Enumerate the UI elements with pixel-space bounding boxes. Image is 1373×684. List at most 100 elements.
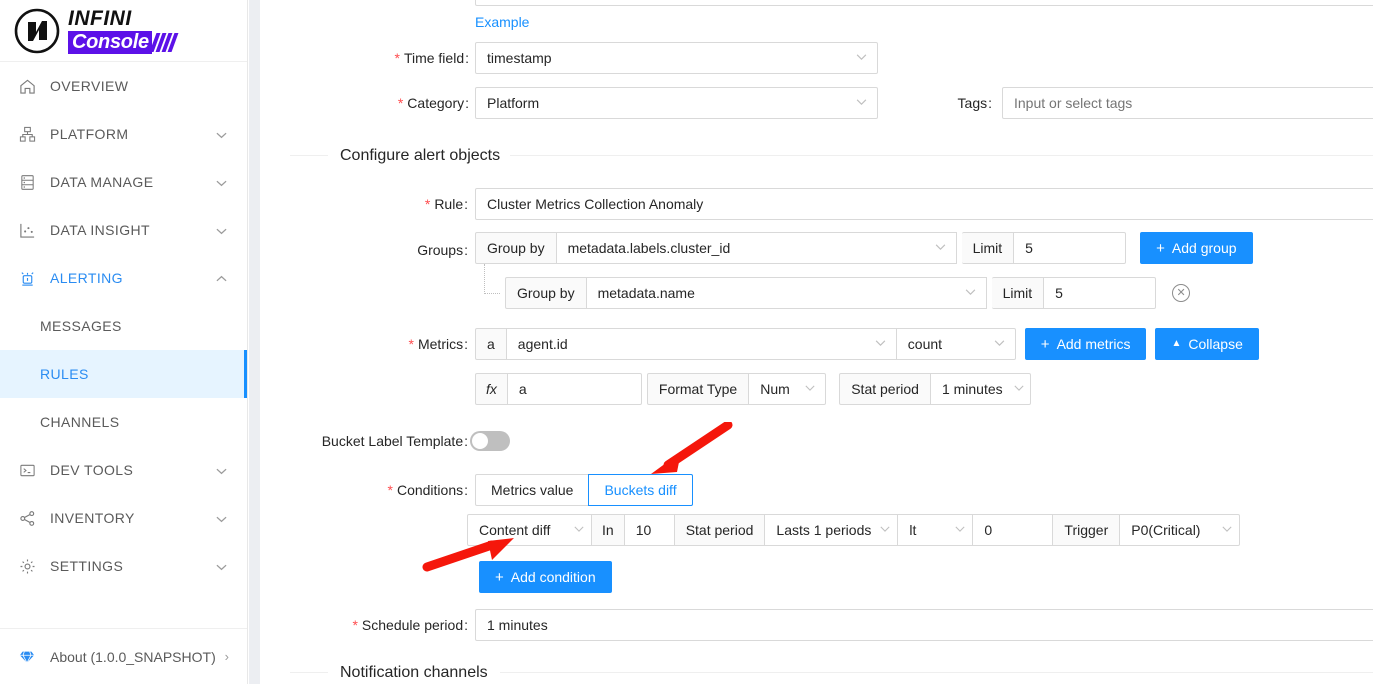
category-value: Platform <box>487 95 539 111</box>
conditions-tabs: Metrics value Buckets diff <box>475 474 693 506</box>
metric-aggregation-select[interactable]: count <box>897 328 1016 360</box>
category-label: *Category: <box>389 96 469 110</box>
sidebar-content-gap <box>249 0 260 684</box>
metrics-row: a agent.id count + Add metrics ▲ Collaps… <box>475 328 1259 360</box>
tags-input[interactable] <box>1002 87 1373 119</box>
formula-expression-value: a <box>519 381 527 397</box>
operator-select[interactable]: lt <box>898 514 973 546</box>
chevron-down-icon <box>216 174 227 190</box>
infini-logo-icon <box>14 8 60 54</box>
sidebar-item-inventory[interactable]: INVENTORY <box>0 494 247 542</box>
group-by-field-value: metadata.name <box>598 285 695 301</box>
chevron-down-icon <box>216 222 227 238</box>
sidebar-item-label: SETTINGS <box>50 558 216 574</box>
lasts-periods-select[interactable]: Lasts 1 periods <box>765 514 898 546</box>
chevron-down-icon <box>955 525 965 536</box>
limit-value: 5 <box>1055 285 1063 301</box>
in-value: 10 <box>636 522 652 538</box>
metrics-formula-row: fx a Format Type Num Stat period 1 minut… <box>475 373 1031 405</box>
category-select[interactable]: Platform <box>475 87 878 119</box>
tab-buckets-diff[interactable]: Buckets diff <box>588 474 692 506</box>
condition-row: Content diff In 10 Stat period Lasts 1 p… <box>467 514 1240 546</box>
limit-input[interactable]: 5 <box>1044 277 1156 309</box>
sidebar-subitem-label: RULES <box>40 366 89 382</box>
collapse-button[interactable]: ▲ Collapse <box>1155 328 1258 360</box>
required-star: * <box>352 617 357 633</box>
chevron-down-icon <box>1222 525 1232 536</box>
sidebar-subitem-label: CHANNELS <box>40 414 119 430</box>
sidebar-item-channels[interactable]: CHANNELS <box>0 398 247 446</box>
add-group-label: Add group <box>1172 240 1237 256</box>
sidebar-item-dev-tools[interactable]: DEV TOOLS <box>0 446 247 494</box>
threshold-value: 0 <box>984 522 992 538</box>
chevron-up-icon <box>216 270 227 286</box>
rule-input[interactable]: Cluster Metrics Collection Anomaly <box>475 188 1373 220</box>
limit-addon: Limit <box>992 277 1045 309</box>
plus-icon: + <box>1156 241 1165 256</box>
diamond-icon <box>18 648 36 666</box>
sidebar-item-rules[interactable]: RULES <box>0 350 247 398</box>
conditions-label: *Conditions: <box>376 483 468 497</box>
stat-period-select[interactable]: 1 minutes <box>931 373 1031 405</box>
sidebar-item-label: OVERVIEW <box>50 78 227 94</box>
metric-field-select[interactable]: agent.id <box>507 328 897 360</box>
bucket-label-template-toggle[interactable] <box>470 431 510 451</box>
schedule-period-input[interactable]: 1 minutes <box>475 609 1373 641</box>
diff-type-select[interactable]: Content diff <box>467 514 592 546</box>
group-by-field-select[interactable]: metadata.name <box>587 277 987 309</box>
sidebar-item-platform[interactable]: PLATFORM <box>0 110 247 158</box>
group-by-field-value: metadata.labels.cluster_id <box>568 240 731 256</box>
sidebar-item-label: PLATFORM <box>50 126 216 142</box>
rule-value: Cluster Metrics Collection Anomaly <box>487 196 703 212</box>
format-type-addon: Format Type <box>647 373 749 405</box>
notification-section-title: Notification channels <box>330 664 498 682</box>
time-field-select[interactable]: timestamp <box>475 42 878 74</box>
plus-icon: + <box>1041 337 1050 352</box>
chevron-down-icon <box>965 288 976 299</box>
threshold-input[interactable]: 0 <box>973 514 1053 546</box>
tab-label: Metrics value <box>491 482 573 498</box>
add-metrics-button[interactable]: + Add metrics <box>1025 328 1147 360</box>
example-link[interactable]: Example <box>475 14 529 30</box>
tab-metrics-value[interactable]: Metrics value <box>475 474 589 506</box>
tab-label: Buckets diff <box>604 482 676 498</box>
in-addon: In <box>592 514 625 546</box>
remove-group-button[interactable]: ✕ <box>1172 284 1190 302</box>
notification-divider-left <box>290 672 328 673</box>
time-field-label: *Time field: <box>389 51 469 65</box>
sidebar-item-about[interactable]: About (1.0.0_SNAPSHOT) › <box>0 628 247 684</box>
brand-wordmark: INFINI Console <box>68 8 177 54</box>
required-star: * <box>388 482 393 498</box>
severity-select[interactable]: P0(Critical) <box>1120 514 1240 546</box>
sidebar-item-settings[interactable]: SETTINGS <box>0 542 247 590</box>
partial-input-above[interactable] <box>475 0 1373 6</box>
time-field-value: timestamp <box>487 50 552 66</box>
arrow-to-buckets-diff <box>615 422 735 480</box>
brand-name: INFINI <box>68 8 177 29</box>
group-row-1: Group by metadata.labels.cluster_id Limi… <box>475 232 1253 264</box>
diff-type-value: Content diff <box>479 522 550 538</box>
sidebar-item-messages[interactable]: MESSAGES <box>0 302 247 350</box>
fieldset-divider-right <box>510 155 1373 156</box>
brand-logo[interactable]: INFINI Console <box>0 0 247 62</box>
limit-input[interactable]: 5 <box>1014 232 1126 264</box>
sidebar-item-overview[interactable]: OVERVIEW <box>0 62 247 110</box>
chevron-down-icon <box>935 243 946 254</box>
formula-expression-input[interactable]: a <box>508 373 642 405</box>
required-star: * <box>398 95 403 111</box>
sidebar-item-data-insight[interactable]: DATA INSIGHT <box>0 206 247 254</box>
alarm-icon <box>18 269 36 287</box>
chevron-down-icon <box>574 525 584 536</box>
sidebar-item-data-manage[interactable]: DATA MANAGE <box>0 158 247 206</box>
format-type-select[interactable]: Num <box>749 373 826 405</box>
metric-aggregation-value: count <box>908 336 942 352</box>
group-by-field-select[interactable]: metadata.labels.cluster_id <box>557 232 957 264</box>
add-condition-button[interactable]: + Add condition <box>479 561 612 593</box>
in-value-input[interactable]: 10 <box>625 514 675 546</box>
sidebar-item-alerting[interactable]: ALERTING <box>0 254 247 302</box>
add-group-button[interactable]: + Add group <box>1140 232 1252 264</box>
brand-product: Console <box>68 31 152 54</box>
operator-value: lt <box>909 522 916 538</box>
limit-addon: Limit <box>962 232 1015 264</box>
stat-period-value: 1 minutes <box>942 381 1003 397</box>
